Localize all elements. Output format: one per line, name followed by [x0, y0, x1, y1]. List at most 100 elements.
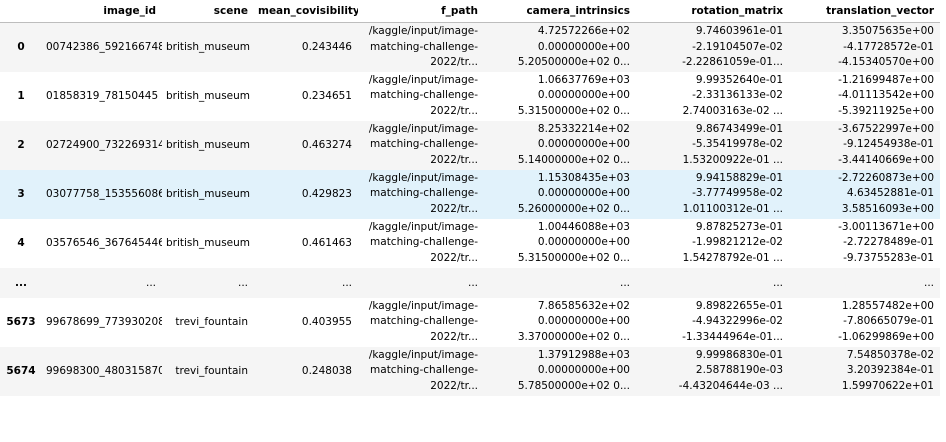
cell-scene: british_museum: [166, 237, 251, 249]
cell-translation-vector-lines: -2.72260873e+00 4.63452881e-01 3.58516093e…: [793, 171, 934, 218]
cell-translation-vector-lines: -3.67522997e+00 -9.12454938e-01 -3.4414066…: [793, 122, 934, 169]
cell-mean-covisibility: 0.463274: [301, 139, 352, 151]
ellipsis-scene: ...: [237, 276, 248, 289]
cell-camera-intrinsics-lines: 7.86585632e+02 0.00000000e+00 3.37000000e+…: [488, 299, 630, 346]
cell-camera-intrinsics-line: 0.00000000e+00: [537, 187, 630, 200]
cell-translation-vector-line: 7.54850378e-02: [846, 348, 934, 361]
cell-rotation-matrix-line: -2.33136133e-02: [692, 89, 783, 102]
table-row[interactable]: 3 03077758_153556086 british_museum 0.42982…: [0, 169, 940, 219]
cell-camera-intrinsics-line: 5.31500000e+02 0...: [517, 251, 630, 264]
table-row[interactable]: 4 03576546_367645446 british_museum 0.46146…: [0, 218, 940, 268]
table-row[interactable]: 2 02724900_7322693146 british_museum 0.4632…: [0, 120, 940, 170]
cell-image-id: 00742386_5921667484: [46, 41, 162, 54]
cell-translation-vector-line: 3.35075635e+00: [841, 25, 934, 37]
cell-f-path-line: matching-challenge-: [370, 187, 478, 200]
cell-rotation-matrix: 9.86743499e-01 -5.35419978e-02 1.53200922e…: [636, 121, 789, 170]
cell-f-path-line: /kaggle/input/image-: [368, 73, 478, 86]
cell-rotation-matrix-line: 2.74003163e-02 ...: [682, 104, 783, 117]
cell-rotation-matrix-lines: 9.86743499e-01 -5.35419978e-02 1.53200922e…: [640, 122, 783, 169]
cell-f-path-line: 2022/tr...: [430, 202, 478, 215]
cell-translation-vector: -1.21699487e+00 -4.01113542e+00 -5.3921192…: [789, 72, 940, 121]
cell-rotation-matrix-line: 1.53200922e-01 ...: [682, 153, 783, 166]
cell-rotation-matrix-lines: 9.94158829e-01 -3.77749958e-02 1.01100312e…: [640, 171, 783, 218]
cell-f-path: /kaggle/input/image-matching-challenge- 2…: [358, 72, 484, 121]
ellipsis-f-path: ...: [467, 276, 478, 289]
table-row[interactable]: 5673 99678699_7739302088 trevi_fountain 0.4…: [0, 297, 940, 347]
cell-camera-intrinsics-lines: 1.37912988e+03 0.00000000e+00 5.78500000e+…: [488, 348, 630, 395]
cell-f-path-line: matching-challenge-: [370, 138, 478, 151]
cell-translation-vector: -3.00113671e+00 -2.72278489e-01 -9.7375528…: [789, 219, 940, 268]
cell-translation-vector-line: -2.72278489e-01: [843, 236, 934, 249]
cell-f-path-lines: /kaggle/input/image-matching-challenge- 2…: [362, 24, 478, 71]
cell-f-path-line: /kaggle/input/image-: [368, 299, 478, 312]
cell-camera-intrinsics-line: 3.37000000e+02 0...: [517, 330, 630, 343]
cell-f-path-line: /kaggle/input/image-: [368, 122, 478, 135]
row-index: 5674: [6, 365, 36, 377]
cell-f-path-line: matching-challenge-: [370, 364, 478, 377]
cell-camera-intrinsics: 1.15308435e+03 0.00000000e+00 5.26000000e+…: [484, 170, 636, 219]
cell-camera-intrinsics-line: 0.00000000e+00: [537, 138, 630, 151]
cell-mean-covisibility: 0.248038: [301, 365, 352, 377]
cell-translation-vector-line: 4.63452881e-01: [846, 187, 934, 200]
cell-translation-vector-line: -3.44140669e+00: [838, 153, 934, 166]
cell-f-path-lines: /kaggle/input/image-matching-challenge- 2…: [362, 73, 478, 120]
cell-camera-intrinsics-line: 5.26000000e+02 0...: [517, 202, 630, 215]
cell-f-path-lines: /kaggle/input/image-matching-challenge- 2…: [362, 299, 478, 346]
cell-f-path-lines: /kaggle/input/image-matching-challenge- 2…: [362, 220, 478, 267]
cell-translation-vector-line: 3.20392384e-01: [846, 364, 934, 377]
cell-camera-intrinsics-lines: 1.15308435e+03 0.00000000e+00 5.26000000e+…: [488, 171, 630, 218]
cell-camera-intrinsics-line: 4.72572266e+02: [537, 25, 630, 37]
cell-rotation-matrix-line: 9.89822655e-01: [695, 299, 783, 312]
cell-camera-intrinsics-lines: 4.72572266e+02 0.00000000e+00 5.20500000e+…: [488, 24, 630, 71]
header-index: [0, 0, 42, 23]
cell-rotation-matrix-line: -5.35419978e-02: [692, 138, 783, 151]
cell-f-path-line: matching-challenge-: [370, 89, 478, 102]
cell-f-path-line: 2022/tr...: [430, 104, 478, 117]
cell-camera-intrinsics-line: 5.78500000e+02 0...: [517, 379, 630, 392]
header-f-path: f_path: [358, 0, 484, 23]
ellipsis-rotation-matrix: ...: [772, 276, 783, 289]
cell-rotation-matrix: 9.94158829e-01 -3.77749958e-02 1.01100312e…: [636, 170, 789, 219]
header-translation-vector: translation_vector: [789, 0, 940, 23]
cell-f-path: /kaggle/input/image-matching-challenge- 2…: [358, 298, 484, 347]
cell-camera-intrinsics-line: 1.06637769e+03: [537, 73, 630, 86]
cell-translation-vector-line: -3.00113671e+00: [838, 220, 934, 233]
cell-rotation-matrix: 9.74603961e-01 -2.19104507e-02 -2.22861059…: [636, 23, 789, 72]
cell-camera-intrinsics-line: 5.20500000e+02 0...: [517, 56, 630, 68]
cell-translation-vector: -2.72260873e+00 4.63452881e-01 3.58516093e…: [789, 170, 940, 219]
header-row: image_id scene mean_covisibility f_path …: [0, 0, 940, 23]
cell-rotation-matrix-lines: 9.87825273e-01 -1.99821212e-02 1.54278792e…: [640, 220, 783, 267]
cell-camera-intrinsics: 7.86585632e+02 0.00000000e+00 3.37000000e+…: [484, 298, 636, 347]
table-row[interactable]: 1 01858319_78150445 british_museum 0.234651…: [0, 71, 940, 121]
ellipsis-translation-vector: ...: [923, 276, 934, 289]
header-rotation-matrix: rotation_matrix: [636, 0, 789, 23]
row-index: 3: [17, 188, 25, 200]
cell-rotation-matrix-lines: 9.89822655e-01 -4.94322996e-02 -1.33444964…: [640, 299, 783, 346]
cell-f-path-line: 2022/tr...: [430, 379, 478, 392]
cell-translation-vector-lines: 7.54850378e-02 3.20392384e-01 1.59970622e+…: [793, 348, 934, 395]
cell-translation-vector-line: -7.80665079e-01: [843, 315, 934, 328]
cell-camera-intrinsics-line: 8.25332214e+02: [537, 122, 630, 135]
cell-camera-intrinsics-line: 0.00000000e+00: [537, 364, 630, 377]
cell-image-id: 99698300_4803158707: [46, 365, 162, 377]
cell-mean-covisibility: 0.429823: [301, 188, 352, 200]
cell-camera-intrinsics-line: 7.86585632e+02: [537, 299, 630, 312]
cell-image-id: 02724900_7322693146: [46, 139, 162, 151]
cell-translation-vector-line: -9.12454938e-01: [843, 138, 934, 151]
cell-rotation-matrix-line: -4.94322996e-02: [692, 315, 783, 328]
header-mean-covisibility: mean_covisibility: [254, 0, 358, 23]
cell-rotation-matrix-line: 9.87825273e-01: [695, 220, 783, 233]
cell-rotation-matrix-line: 9.74603961e-01: [695, 25, 783, 37]
cell-rotation-matrix: 9.89822655e-01 -4.94322996e-02 -1.33444964…: [636, 298, 789, 347]
table-row[interactable]: 5674 99698300_4803158707 trevi_fountain 0.2…: [0, 346, 940, 396]
row-index: 4: [17, 237, 25, 249]
cell-camera-intrinsics-line: 1.00446088e+03: [537, 220, 630, 233]
cell-camera-intrinsics-line: 0.00000000e+00: [537, 40, 630, 53]
table-row[interactable]: 0 00742386_5921667484 british_museum 0.2434…: [0, 22, 940, 72]
header-scene: scene: [162, 0, 254, 23]
cell-f-path-line: 2022/tr...: [430, 56, 478, 68]
cell-rotation-matrix: 9.87825273e-01 -1.99821212e-02 1.54278792e…: [636, 219, 789, 268]
cell-rotation-matrix: 9.99986830e-01 2.58788190e-03 -4.43204644e…: [636, 347, 789, 396]
cell-camera-intrinsics: 4.72572266e+02 0.00000000e+00 5.20500000e+…: [484, 23, 636, 72]
cell-f-path-line: 2022/tr...: [430, 251, 478, 264]
